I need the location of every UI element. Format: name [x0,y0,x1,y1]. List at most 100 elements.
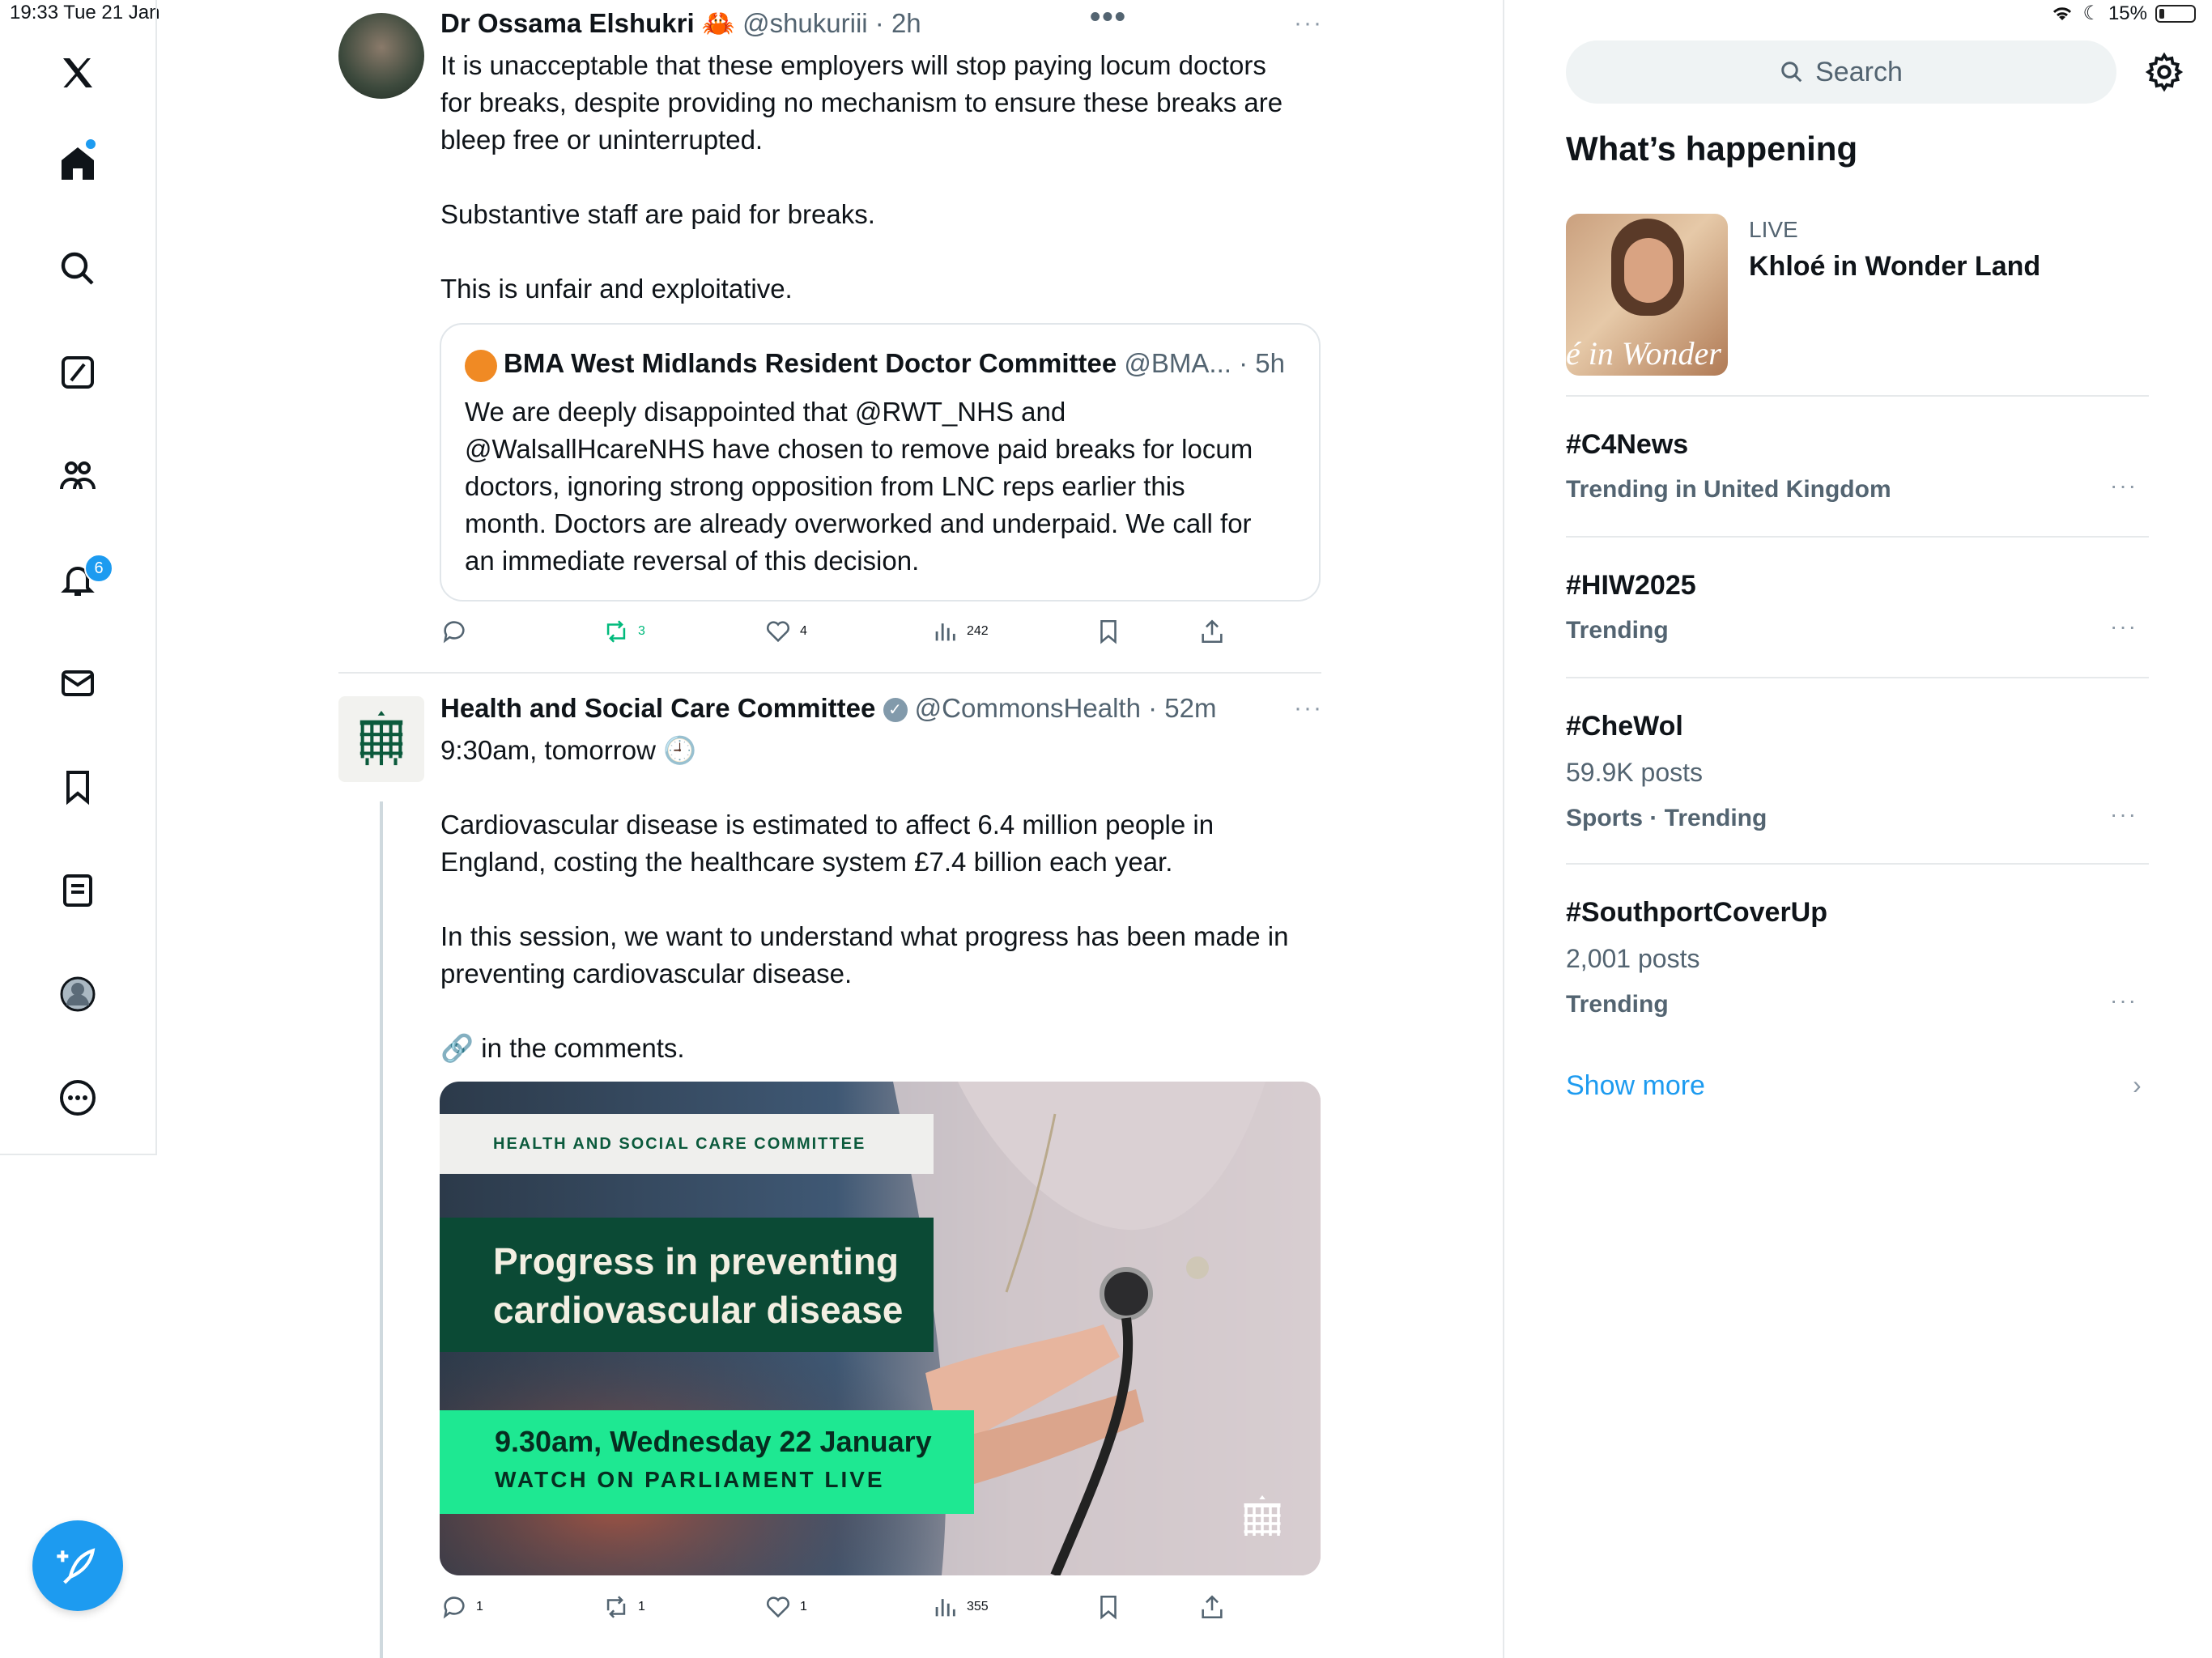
tweet-header: Dr Ossama Elshukri 🦀 @shukuriii · 2h [440,8,921,40]
portcullis-icon [359,711,403,766]
tweet-text-intro: 9:30am, tomorrow 🕘 [440,735,697,765]
reply-icon [443,1596,465,1619]
show-more-link[interactable]: Show more [1566,1070,1705,1102]
repost-icon [606,1596,626,1618]
like-count: 1 [800,1600,807,1613]
share-button[interactable] [1198,618,1226,645]
home-icon[interactable] [49,134,107,193]
trend-divider [1566,536,2149,538]
reply-button[interactable] [440,618,476,645]
trend-tag[interactable]: #C4News [1566,429,1688,461]
trend-more-button[interactable]: ··· [2110,473,2138,499]
feather-plus-icon [57,1548,96,1584]
repost-button[interactable]: 3 [602,618,645,645]
like-count: 4 [800,624,807,638]
repost-button[interactable]: 1 [602,1593,645,1621]
search-icon[interactable] [49,240,107,298]
trend-posts: 2,001 posts [1566,944,1700,973]
repost-count: 3 [638,624,645,638]
views-button[interactable]: 355 [931,1593,989,1621]
trend-meta: Trending in United Kingdom [1566,476,1891,503]
thread-line [380,801,383,1658]
share-icon [1202,1595,1223,1619]
status-indicators: ☾ 15% [2050,2,2196,25]
trend-tag[interactable]: #CheWol [1566,711,1683,742]
more-icon[interactable] [49,1069,107,1127]
like-button[interactable]: 1 [764,1593,807,1621]
bookmark-button[interactable] [1095,618,1122,645]
media-date: 9.30am, Wednesday 22 January [495,1425,932,1458]
x-logo-icon[interactable] [49,44,107,102]
like-button[interactable]: 4 [764,618,807,645]
quoted-tweet-text: We are deeply disappointed that @RWT_NHS… [465,397,1253,576]
trend-tag[interactable]: #SouthportCoverUp [1566,897,1827,929]
settings-gear-icon[interactable] [2144,52,2184,92]
media-banner-text: HEALTH AND SOCIAL CARE COMMITTEE [493,1134,866,1153]
live-thumbnail-face [1624,238,1673,303]
author-handle[interactable]: @CommonsHealth [915,693,1141,723]
media-title-line1: Progress in preventing [493,1240,900,1282]
views-count: 242 [967,624,989,638]
repost-count: 1 [638,1600,645,1613]
pull-handle-dots[interactable]: ••• [1090,0,1127,35]
quoted-author-avatar [465,350,497,382]
tweet-more-button[interactable]: ··· [1294,10,1323,37]
trend-meta: Trending [1566,617,1669,644]
trend-divider [1566,863,2149,865]
compose-post-button[interactable] [32,1520,123,1611]
media-date-box: 9.30am, Wednesday 22 January WATCH ON PA… [440,1410,974,1514]
quoted-author-handle: @BMA... [1124,348,1231,378]
profile-icon[interactable] [49,965,107,1023]
reply-count: 1 [476,1600,483,1613]
views-chart-icon [935,1599,955,1617]
quoted-tweet-time: · 5h [1239,348,1285,378]
communities-icon[interactable] [49,447,107,505]
trend-more-button[interactable]: ··· [2110,988,2138,1014]
lists-icon[interactable] [49,861,107,920]
tweet-more-button[interactable]: ··· [1294,695,1323,722]
heart-icon [766,1596,790,1618]
author-name[interactable]: Dr Ossama Elshukri 🦀 [440,8,735,38]
share-button[interactable] [1198,1593,1226,1621]
share-icon [1202,619,1223,644]
live-title[interactable]: Khloé in Wonder Land [1749,251,2040,283]
tweet-media-image[interactable]: HEALTH AND SOCIAL CARE COMMITTEE Progres… [440,1082,1321,1575]
live-event-thumbnail[interactable]: é in Wonder L [1566,214,1728,376]
author-handle[interactable]: @shukuriii [742,8,868,38]
tweet-time[interactable]: · 2h [875,8,921,38]
author-name[interactable]: Health and Social Care Committee [440,693,875,723]
search-input[interactable]: Search [1566,40,2116,104]
trend-posts: 59.9K posts [1566,758,1703,787]
battery-icon [2155,4,2196,23]
trend-meta: Sports · Trending [1566,805,1767,831]
wifi-icon [2053,6,2072,20]
reply-button[interactable]: 1 [440,1593,483,1621]
whats-happening-heading: What’s happening [1566,130,1858,168]
battery-percent: 15% [2108,2,2147,24]
live-label: LIVE [1749,217,1798,242]
author-avatar[interactable] [338,13,424,99]
views-button[interactable]: 242 [931,618,989,645]
moon-icon: ☾ [2082,2,2100,24]
tweet-text: It is unacceptable that these employers … [440,50,1283,304]
notification-badge: 6 [84,554,113,583]
media-title-line2: cardiovascular disease [493,1289,904,1331]
search-placeholder: Search [1815,56,1903,87]
trend-meta: Trending [1566,991,1669,1018]
reply-icon [443,621,465,644]
tweet-divider [338,672,1321,674]
tweet-text: Cardiovascular disease is estimated to a… [440,810,1289,1063]
views-count: 355 [967,1600,989,1613]
trend-more-button[interactable]: ··· [2110,614,2138,640]
bookmarks-icon[interactable] [49,758,107,816]
trend-more-button[interactable]: ··· [2110,801,2138,827]
trend-divider [1566,395,2149,397]
grok-icon[interactable] [49,343,107,402]
bookmark-button[interactable] [1095,1593,1122,1621]
trend-tag[interactable]: #HIW2025 [1566,570,1696,602]
messages-icon[interactable] [49,654,107,712]
committee-avatar[interactable] [338,696,424,782]
portcullis-watermark-icon [1244,1495,1281,1536]
chevron-right-icon: › [2133,1070,2142,1099]
tweet-time[interactable]: · 52m [1148,693,1216,723]
